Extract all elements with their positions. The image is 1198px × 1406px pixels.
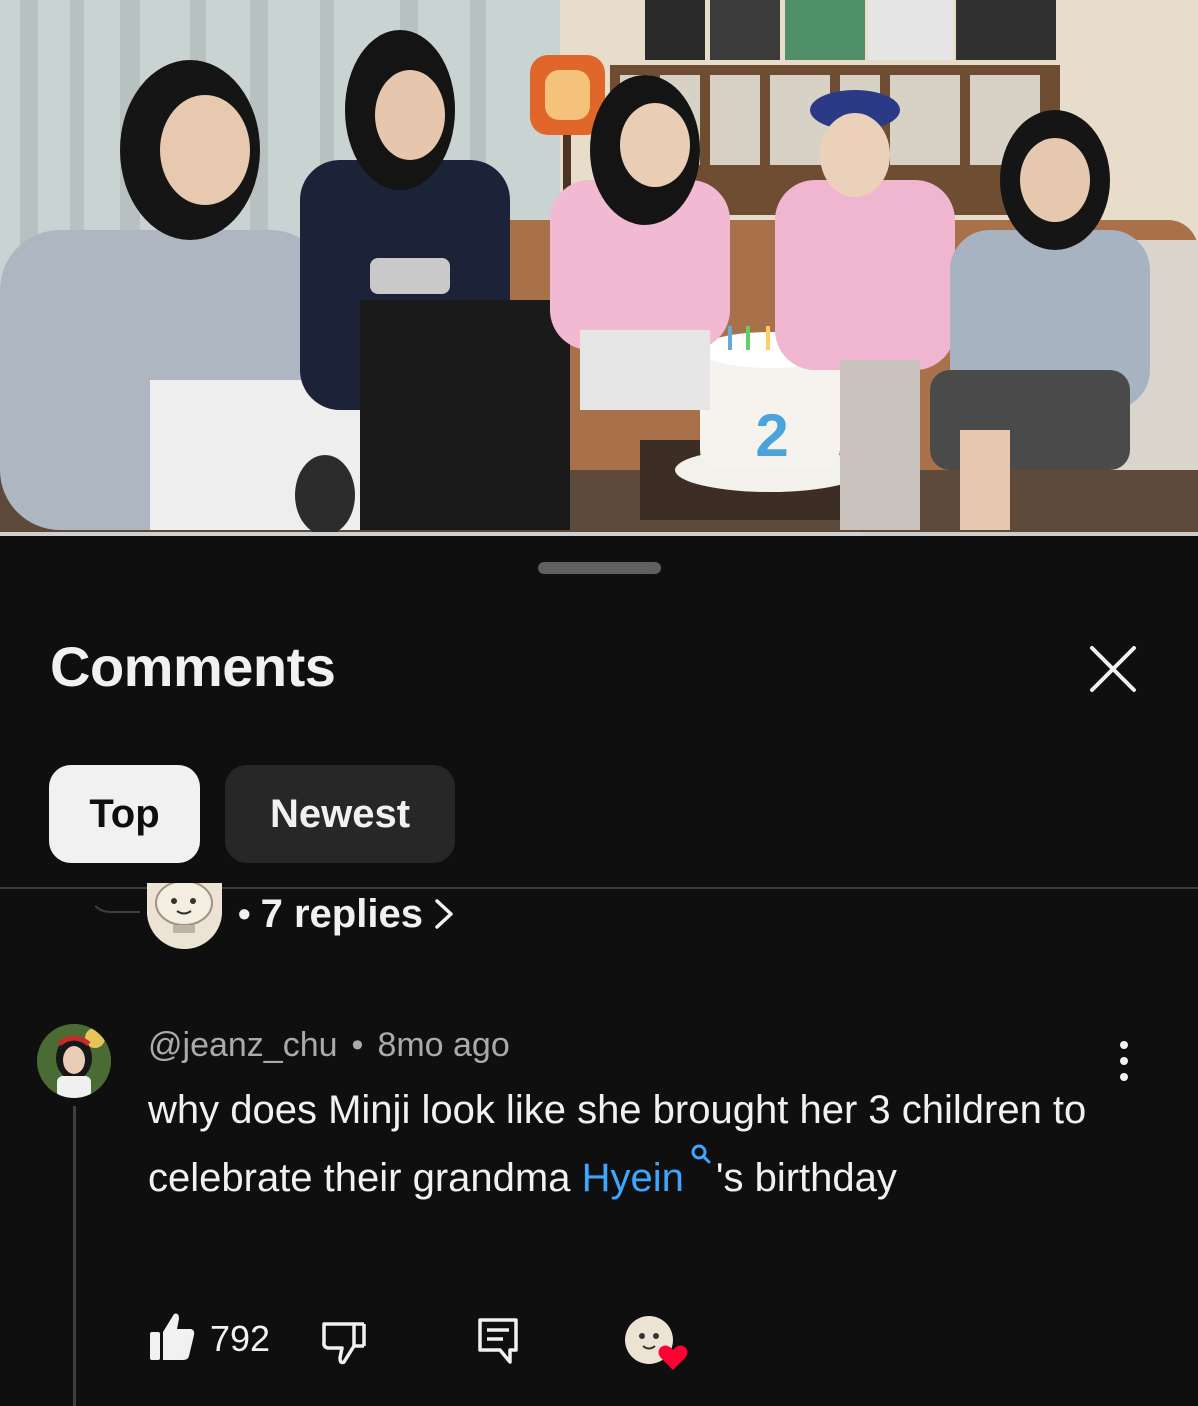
separator-dot: • [238,893,251,934]
thumbs-down-icon[interactable] [320,1318,368,1366]
close-icon[interactable] [1082,638,1144,700]
thumbs-up-icon[interactable] [148,1310,196,1362]
video-player[interactable]: 2 [0,0,1198,536]
chevron-right-icon [435,899,453,929]
comment-time: 8mo ago [377,1026,510,1064]
filter-chip-newest[interactable]: Newest [225,765,455,863]
video-frame-illustration: 2 [0,0,1198,536]
comments-sheet: Comments Top Newest • 7 replies @jeanz_c… [0,538,1198,1406]
commenter-avatar[interactable] [37,1024,111,1098]
drag-handle[interactable] [538,562,661,574]
comment-author[interactable]: @jeanz_chu [148,1026,338,1065]
search-icon [691,1144,711,1164]
replies-count: 7 replies [260,891,423,936]
more-options-icon[interactable] [1106,1036,1142,1086]
comment-text-after: 's birthday [715,1156,897,1200]
view-replies-link[interactable]: • 7 replies [238,888,455,940]
thread-connector [88,889,140,913]
creator-heart-icon [625,1316,688,1370]
comments-title: Comments [50,635,336,698]
mention-link[interactable]: Hyein [582,1156,684,1200]
filter-chip-top[interactable]: Top [49,765,200,863]
comment-body: why does Minji look like she brought her… [148,1078,1108,1211]
reply-avatar [147,883,222,949]
reply-icon[interactable] [476,1316,520,1366]
thread-line [73,1106,76,1406]
separator-dot: • [351,1026,364,1064]
like-count: 792 [210,1318,271,1359]
comment-meta: @jeanz_chu • 8mo ago [148,1026,510,1065]
svg-text:2: 2 [755,402,788,469]
